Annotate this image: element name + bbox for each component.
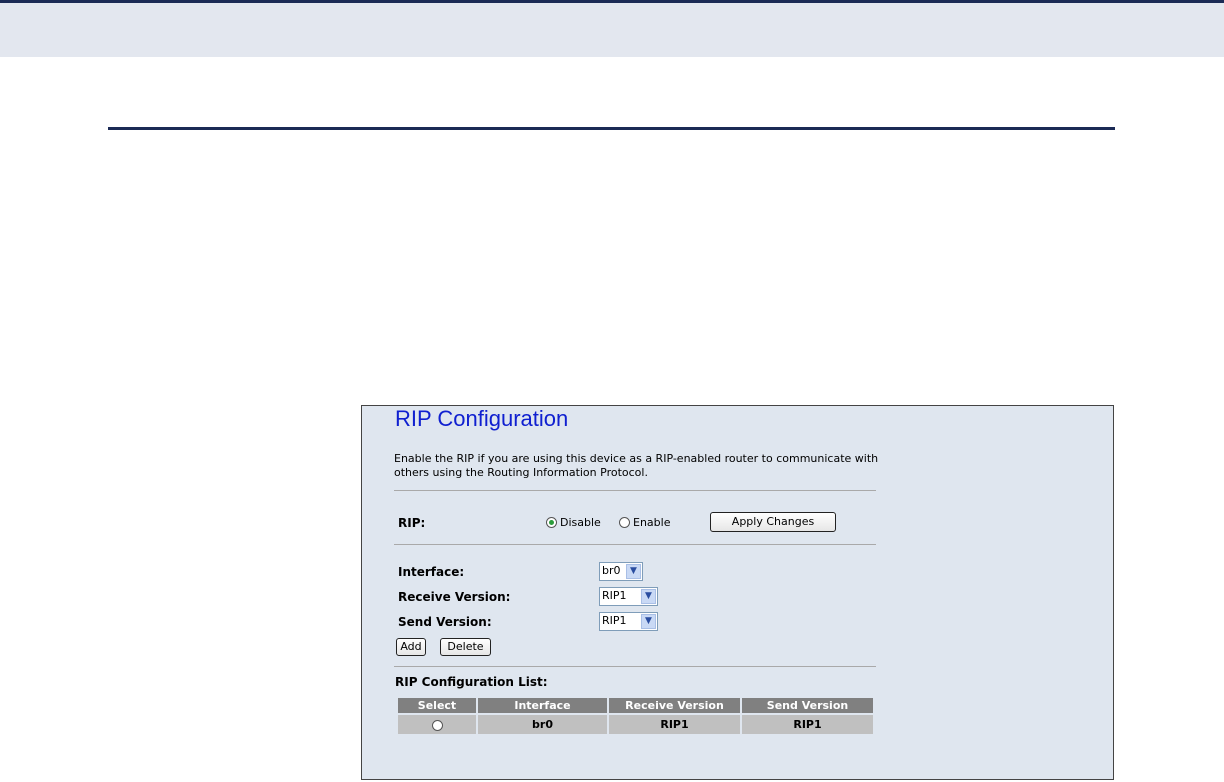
chevron-down-icon: ▼ (641, 614, 656, 629)
interface-label: Interface: (398, 565, 465, 579)
interface-select[interactable]: br0 ▼ (599, 562, 643, 581)
chevron-down-icon: ▼ (626, 564, 641, 579)
table-header-row: Select Interface Receive Version Send Ve… (398, 698, 873, 713)
rip-configuration-table: Select Interface Receive Version Send Ve… (396, 696, 875, 736)
rip-configuration-list-title: RIP Configuration List: (395, 675, 548, 689)
table-row: br0 RIP1 RIP1 (398, 715, 873, 734)
receive-version-select-value: RIP1 (602, 589, 627, 602)
rip-enable-label: Enable (633, 516, 671, 529)
divider (394, 544, 876, 545)
interface-select-value: br0 (602, 564, 621, 577)
column-header-select: Select (398, 698, 476, 713)
send-version-select[interactable]: RIP1 ▼ (599, 612, 658, 631)
rip-disable-radio[interactable] (546, 517, 557, 528)
rip-disable-label: Disable (560, 516, 601, 529)
column-header-receive-version: Receive Version (609, 698, 740, 713)
page-description: Enable the RIP if you are using this dev… (394, 452, 879, 479)
receive-version-select[interactable]: RIP1 ▼ (599, 587, 658, 606)
page-title: RIP Configuration (395, 406, 569, 431)
row-select-radio[interactable] (431, 719, 443, 731)
rip-label: RIP: (398, 516, 426, 530)
row-interface-cell: br0 (478, 715, 607, 734)
row-select-cell (398, 715, 476, 734)
divider (394, 666, 876, 667)
row-receive-version-cell: RIP1 (609, 715, 740, 734)
apply-changes-button[interactable]: Apply Changes (710, 512, 836, 532)
header-band (0, 0, 1224, 57)
header-rule (108, 127, 1115, 130)
rip-enable-radio[interactable] (619, 517, 630, 528)
delete-button[interactable]: Delete (440, 638, 491, 656)
send-version-select-value: RIP1 (602, 614, 627, 627)
divider (394, 490, 876, 491)
row-send-version-cell: RIP1 (742, 715, 873, 734)
rip-configuration-panel: RIP Configuration Enable the RIP if you … (361, 405, 1114, 780)
add-button[interactable]: Add (396, 638, 426, 656)
receive-version-label: Receive Version: (398, 590, 511, 604)
column-header-send-version: Send Version (742, 698, 873, 713)
column-header-interface: Interface (478, 698, 607, 713)
send-version-label: Send Version: (398, 615, 492, 629)
chevron-down-icon: ▼ (641, 589, 656, 604)
